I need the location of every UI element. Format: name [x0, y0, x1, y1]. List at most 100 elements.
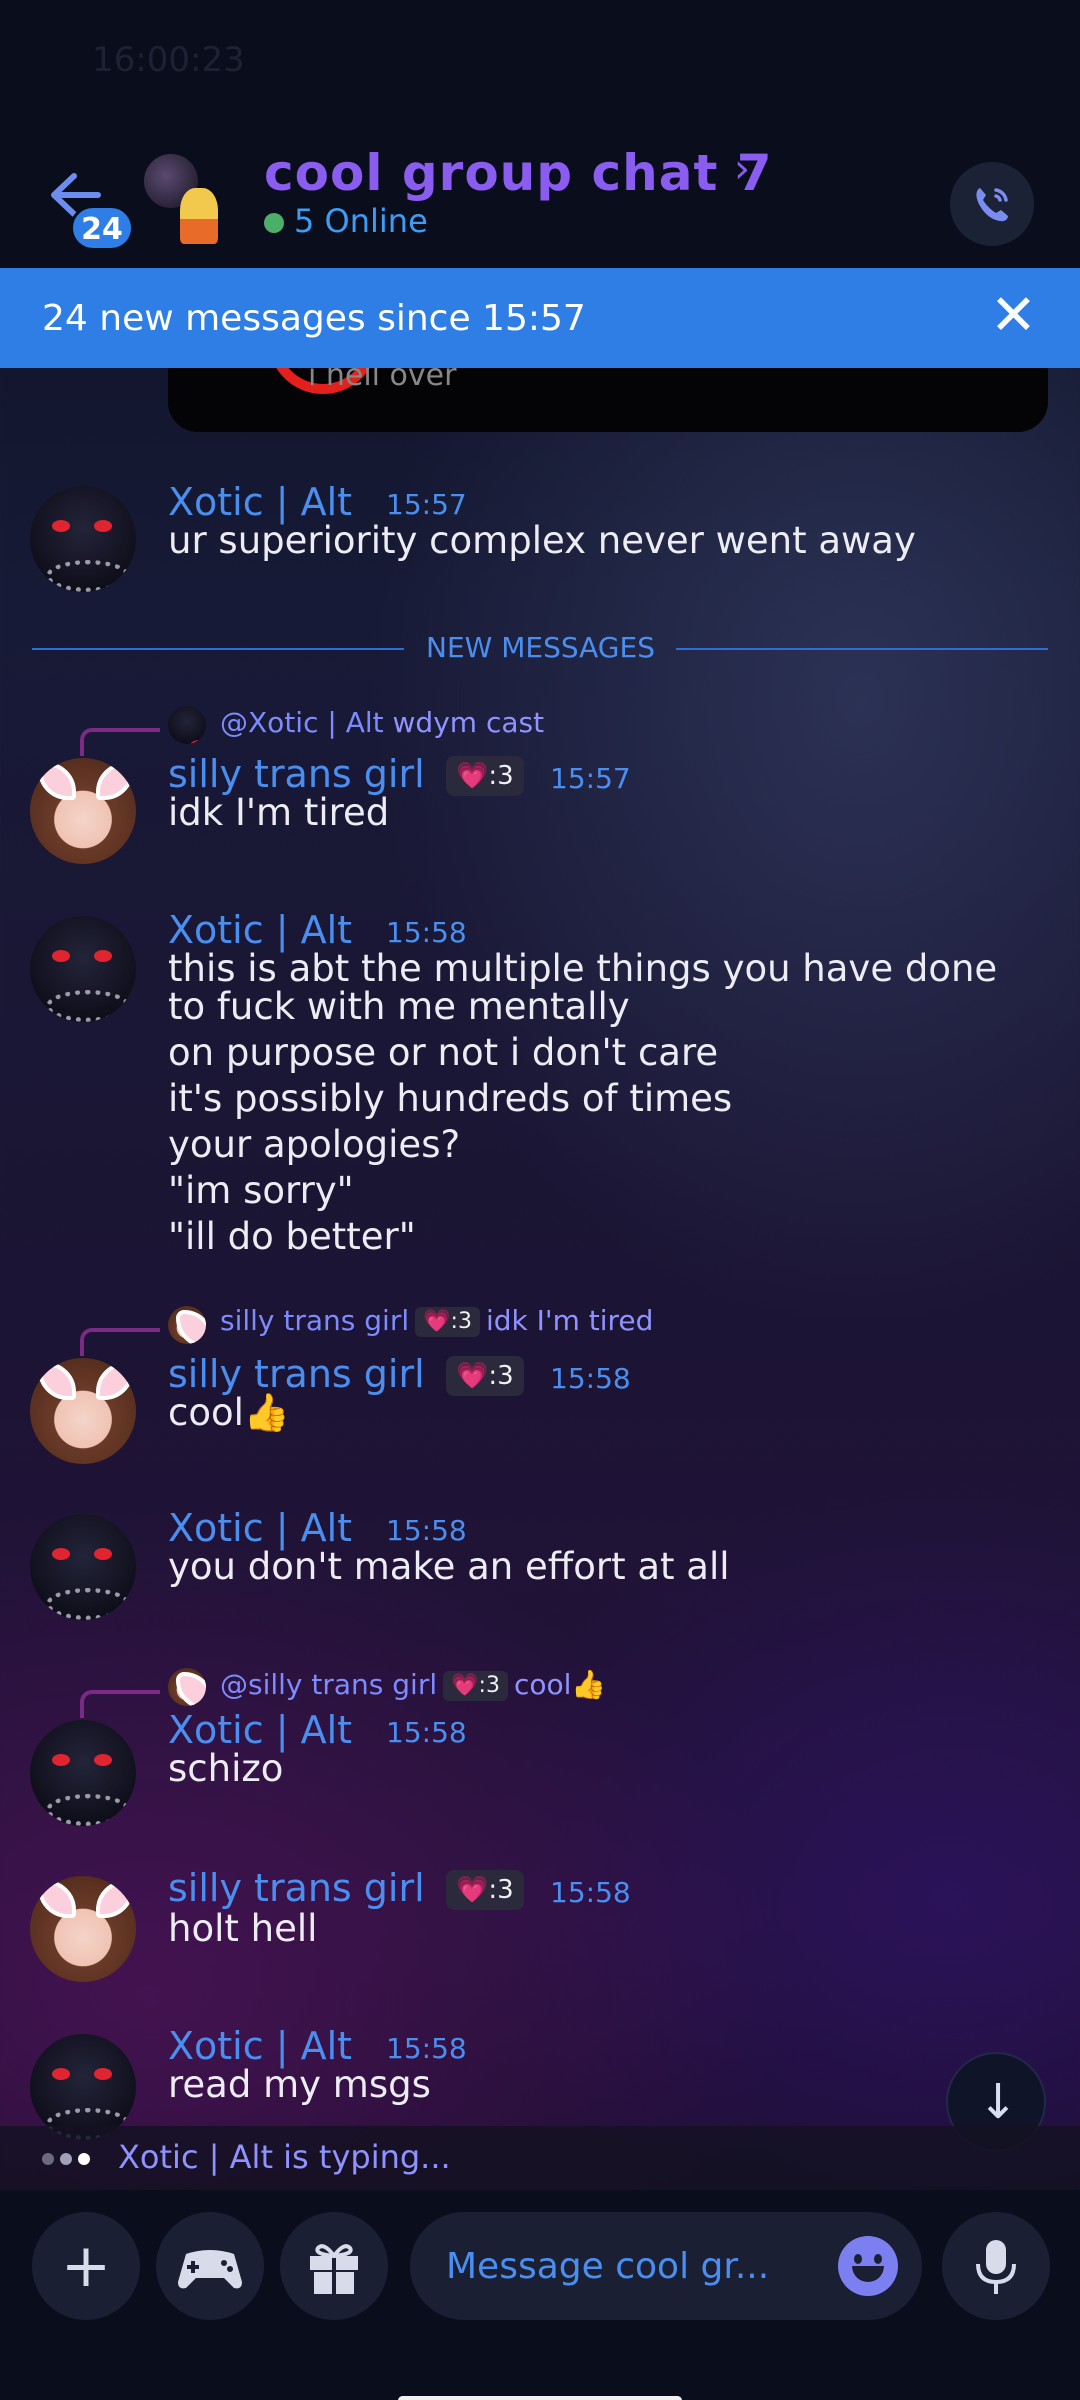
- typing-text: Xotic | Alt is typing...: [118, 2138, 451, 2176]
- reply-avatar: [168, 706, 206, 744]
- online-status-dot: [264, 213, 284, 233]
- message-time: 15:57: [386, 488, 467, 521]
- group-avatar[interactable]: [144, 154, 224, 244]
- heart-icon: 💗: [451, 1673, 479, 1698]
- message[interactable]: @silly trans girl 💗:3 cool👍 Xotic | Alt 15…: [0, 1664, 1080, 1834]
- avatar[interactable]: [30, 1720, 136, 1826]
- voice-call-button[interactable]: [950, 162, 1034, 246]
- message-text: "ill do better": [168, 1215, 416, 1258]
- reply-role-tag: 💗:3: [415, 1307, 480, 1337]
- message-time: 15:57: [550, 762, 631, 795]
- voice-message-button[interactable]: [942, 2212, 1050, 2320]
- message[interactable]: @Xotic | Alt wdym cast silly trans girl …: [0, 700, 1080, 870]
- message-text: it's possibly hundreds of times: [168, 1077, 733, 1120]
- message[interactable]: Xotic | Alt 15:57 ur superiority complex…: [0, 480, 1080, 600]
- chevron-right-icon[interactable]: ›: [734, 146, 750, 192]
- message-composer: + Message cool gr...: [0, 2190, 1080, 2400]
- heart-icon: 💗: [456, 1361, 489, 1391]
- reply-preview[interactable]: @silly trans girl 💗:3 cool👍: [220, 1668, 606, 1701]
- plus-icon: +: [60, 2231, 112, 2301]
- reply-role-tag-text: :3: [450, 1309, 472, 1334]
- avatar[interactable]: [30, 916, 136, 1022]
- message[interactable]: Xotic | Alt 15:58 this is abt the multip…: [0, 908, 1080, 1268]
- message-time: 15:58: [550, 1362, 631, 1395]
- message-time: 15:58: [550, 1876, 631, 1909]
- online-count: 5 Online: [294, 202, 428, 240]
- message-text: idk I'm tired: [168, 791, 390, 834]
- divider-line: [32, 648, 404, 650]
- phone-call-icon: [976, 188, 1008, 222]
- home-indicator[interactable]: [398, 2396, 682, 2400]
- avatar[interactable]: [30, 2034, 136, 2140]
- unread-badge: 24: [70, 205, 134, 251]
- message-text: to fuck with me mentally: [168, 985, 630, 1028]
- avatar[interactable]: [30, 1514, 136, 1620]
- reply-text: wdym cast: [392, 706, 545, 739]
- message-input[interactable]: Message cool gr...: [410, 2212, 922, 2320]
- reply-preview[interactable]: @Xotic | Alt wdym cast: [220, 706, 544, 739]
- status-bar: 16:00:23: [0, 0, 1080, 120]
- message-time: 15:58: [386, 916, 467, 949]
- role-tag-text: :3: [488, 1875, 514, 1905]
- reply-connector: [80, 728, 160, 756]
- avatar[interactable]: [30, 486, 136, 592]
- avatar[interactable]: [30, 758, 136, 864]
- role-tag-text: :3: [488, 761, 514, 791]
- message-input-placeholder: Message cool gr...: [446, 2246, 770, 2287]
- heart-icon: 💗: [423, 1309, 451, 1334]
- add-attachment-button[interactable]: +: [32, 2212, 140, 2320]
- role-tag-text: :3: [488, 1361, 514, 1391]
- message[interactable]: Xotic | Alt 15:58 read my msgs: [0, 2024, 1080, 2140]
- gift-icon: [310, 2244, 358, 2294]
- typing-indicator: Xotic | Alt is typing...: [0, 2126, 1080, 2190]
- typing-dots-icon: [42, 2150, 96, 2169]
- divider-line: [676, 648, 1048, 650]
- message-text: holt hell: [168, 1907, 318, 1950]
- divider-label: NEW MESSAGES: [426, 631, 655, 664]
- arrow-down-icon: ↓: [978, 2074, 1019, 2130]
- message-text: "im sorry": [168, 1169, 354, 1212]
- reply-author: @silly trans girl: [220, 1668, 438, 1701]
- avatar[interactable]: [30, 1876, 136, 1982]
- role-tag: 💗:3: [446, 756, 524, 796]
- message[interactable]: Xotic | Alt 15:58 you don't make an effo…: [0, 1506, 1080, 1626]
- chat-header: 24 cool group chat 7 › 5 Online: [0, 120, 1080, 268]
- message-text: schizo: [168, 1747, 284, 1790]
- status-time: 16:00:23: [92, 40, 245, 80]
- reply-avatar: [168, 1306, 206, 1344]
- message[interactable]: silly trans girl 💗:3 15:58 holt hell: [0, 1866, 1080, 1986]
- heart-icon: 💗: [456, 761, 489, 791]
- heart-icon: 💗: [456, 1875, 489, 1905]
- message-text: you don't make an effort at all: [168, 1545, 730, 1588]
- reply-preview[interactable]: silly trans girl 💗:3 idk I'm tired: [220, 1304, 653, 1337]
- message-text: ur superiority complex never went away: [168, 519, 916, 562]
- reply-text: idk I'm tired: [485, 1304, 654, 1337]
- gamepad-icon: [178, 2250, 242, 2289]
- group-avatar-member-2: [180, 188, 218, 244]
- avatar[interactable]: [30, 1358, 136, 1464]
- message-text: on purpose or not i don't care: [168, 1031, 719, 1074]
- emoji-icon[interactable]: [838, 2236, 898, 2296]
- message-text: cool👍: [168, 1391, 290, 1434]
- new-messages-banner[interactable]: 24 new messages since 15:57 ✕: [0, 268, 1080, 368]
- close-icon[interactable]: ✕: [990, 286, 1037, 346]
- reply-connector: [80, 1690, 160, 1718]
- reply-role-tag: 💗:3: [443, 1671, 508, 1701]
- new-messages-divider: NEW MESSAGES: [32, 628, 1048, 668]
- message-text: read my msgs: [168, 2063, 431, 2106]
- chat-title[interactable]: cool group chat 7: [264, 144, 773, 202]
- message[interactable]: silly trans girl 💗:3 idk I'm tired silly t…: [0, 1300, 1080, 1470]
- gift-button[interactable]: [280, 2212, 388, 2320]
- message-time: 15:58: [386, 1514, 467, 1547]
- message-author[interactable]: silly trans girl: [168, 1866, 425, 1910]
- role-tag: 💗:3: [446, 1870, 524, 1910]
- embedded-image-text: i hell over: [308, 368, 457, 393]
- reply-text: cool👍: [513, 1668, 607, 1701]
- reply-role-tag-text: :3: [478, 1673, 500, 1698]
- message-text: your apologies?: [168, 1123, 461, 1166]
- reply-avatar: [168, 1668, 206, 1706]
- activities-button[interactable]: [156, 2212, 264, 2320]
- message-time: 15:58: [386, 2032, 467, 2065]
- reply-connector: [80, 1328, 160, 1356]
- embedded-image-card[interactable]: i hell over: [168, 368, 1048, 432]
